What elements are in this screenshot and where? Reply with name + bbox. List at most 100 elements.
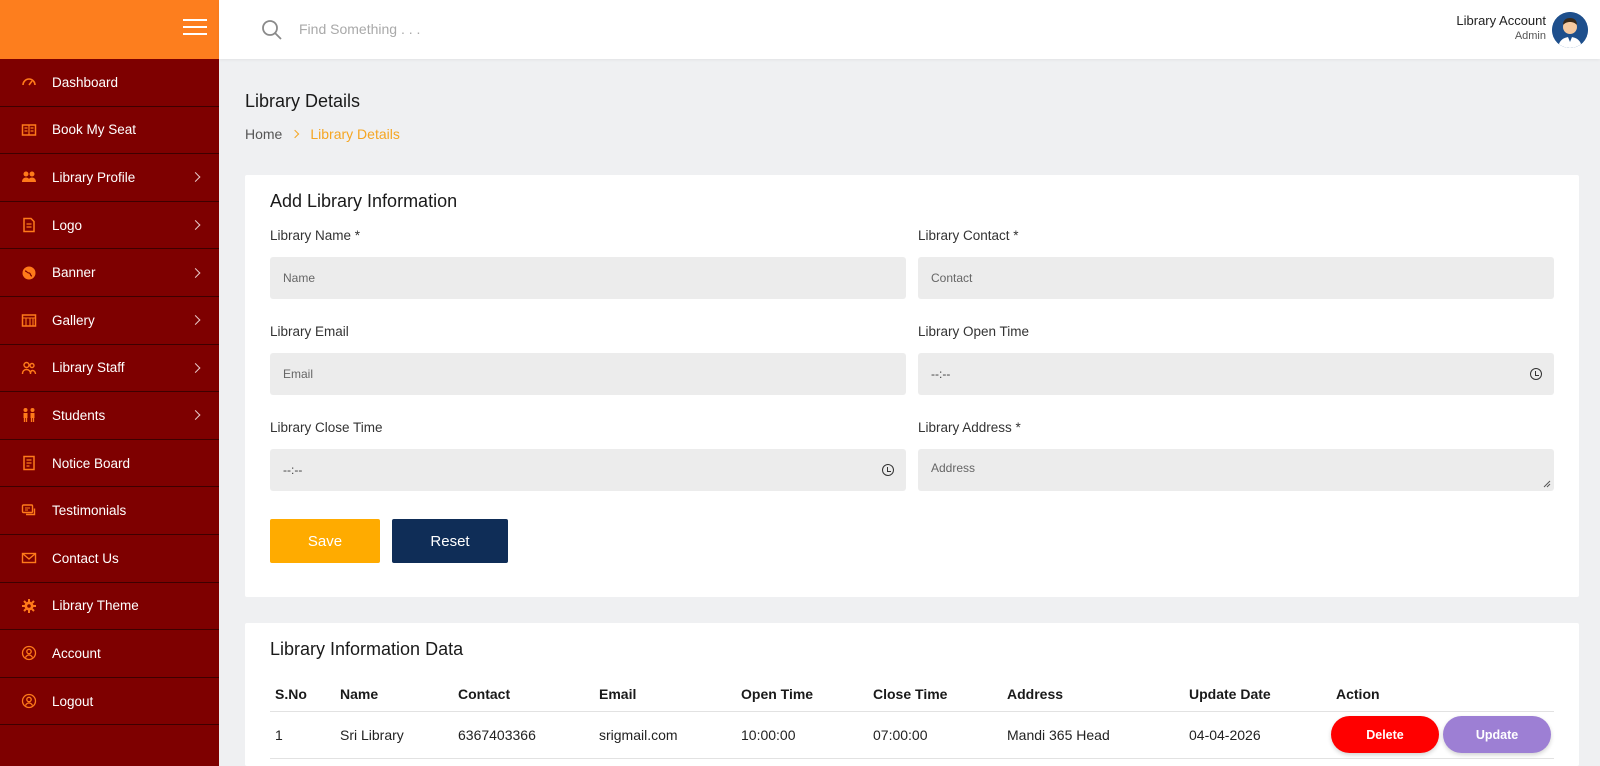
sidebar-item-label: Library Profile <box>52 169 136 185</box>
mail-icon <box>20 549 38 567</box>
sidebar-item-book-my-seat[interactable]: Book My Seat <box>0 107 219 155</box>
chevron-right-icon <box>291 129 300 139</box>
reset-button[interactable]: Reset <box>392 519 508 563</box>
library-name-input[interactable] <box>270 257 906 299</box>
breadcrumb-home[interactable]: Home <box>245 126 282 142</box>
column-header: Close Time <box>868 677 1002 712</box>
sidebar-item-testimonials[interactable]: Testimonials <box>0 487 219 535</box>
gear-icon <box>20 597 38 615</box>
breadcrumb: Home Library Details <box>245 126 400 142</box>
delete-button[interactable]: Delete <box>1331 716 1439 753</box>
sidebar-item-library-theme[interactable]: Library Theme <box>0 583 219 631</box>
library-email-input[interactable] <box>270 353 906 395</box>
update-button[interactable]: Update <box>1443 716 1551 753</box>
chevron-right-icon <box>190 362 201 373</box>
avatar[interactable] <box>1552 12 1588 48</box>
form-title: Add Library Information <box>270 191 458 211</box>
library-data-card: Library Information Data S.No Name Conta… <box>245 623 1579 766</box>
library-open-time-input[interactable]: --:-- <box>918 353 1554 395</box>
cell-name: Sri Library <box>335 711 453 759</box>
chevron-right-icon <box>190 220 201 231</box>
sidebar-item-label: Contact Us <box>52 550 119 566</box>
dashboard-icon <box>20 73 38 91</box>
menu-toggle-icon[interactable] <box>183 19 207 39</box>
chat-icon <box>20 502 38 520</box>
sidebar-item-banner[interactable]: Banner <box>0 249 219 297</box>
column-header: Address <box>1002 677 1184 712</box>
address-placeholder: Address <box>931 461 976 475</box>
sidebar-item-students[interactable]: Students <box>0 392 219 440</box>
logout-icon <box>20 692 38 710</box>
sidebar-item-label: Dashboard <box>52 74 119 90</box>
cell-open-time: 10:00:00 <box>736 711 868 759</box>
search-input[interactable] <box>299 18 699 40</box>
library-email-label: Library Email <box>270 324 349 339</box>
sidebar-item-dashboard[interactable]: Dashboard <box>0 59 219 107</box>
clock-icon[interactable] <box>882 464 894 476</box>
sidebar-item-label: Testimonials <box>52 503 127 519</box>
sidebar-item-label: Account <box>52 645 101 661</box>
chevron-right-icon <box>190 315 201 326</box>
sidebar-item-library-staff[interactable]: Library Staff <box>0 345 219 393</box>
file-icon <box>20 216 38 234</box>
library-contact-input[interactable] <box>918 257 1554 299</box>
gallery-icon <box>20 311 38 329</box>
sidebar-item-label: Students <box>52 407 106 423</box>
column-header: Email <box>594 677 736 712</box>
resize-handle-icon[interactable] <box>1543 480 1551 488</box>
book-icon <box>20 121 38 139</box>
sidebar-header <box>0 0 219 59</box>
cell-email: srigmail.com <box>594 711 736 759</box>
sidebar-item-label: Library Staff <box>52 360 125 376</box>
cell-update-date: 04-04-2026 <box>1184 711 1331 759</box>
sidebar-item-label: Logo <box>52 217 83 233</box>
sidebar: Dashboard Book My Seat Library Profile L… <box>0 0 219 766</box>
sidebar-item-notice-board[interactable]: Notice Board <box>0 440 219 488</box>
search-icon[interactable] <box>261 19 283 41</box>
account-role: Admin <box>1514 30 1546 42</box>
sidebar-item-label: Library Theme <box>52 598 139 614</box>
column-header: Name <box>335 677 453 712</box>
sidebar-nav: Dashboard Book My Seat Library Profile L… <box>0 59 219 726</box>
sidebar-item-logo[interactable]: Logo <box>0 202 219 250</box>
cell-action: Delete Update <box>1331 711 1554 759</box>
close-time-value: --:-- <box>283 463 303 477</box>
column-header: Open Time <box>736 677 868 712</box>
breadcrumb-current: Library Details <box>310 126 400 142</box>
library-data-table: S.No Name Contact Email Open Time Close … <box>270 677 1554 759</box>
column-header: Contact <box>453 677 594 712</box>
sidebar-item-library-profile[interactable]: Library Profile <box>0 154 219 202</box>
page-title: Library Details <box>245 91 361 111</box>
library-close-time-label: Library Close Time <box>270 420 383 435</box>
library-open-time-label: Library Open Time <box>918 324 1030 339</box>
account-info[interactable]: Library Account Admin <box>1456 13 1546 42</box>
sidebar-item-label: Gallery <box>52 312 95 328</box>
open-time-value: --:-- <box>931 367 951 381</box>
library-contact-label: Library Contact * <box>918 228 1019 243</box>
add-library-form-card: Add Library Information Library Name * L… <box>245 175 1579 597</box>
column-header: Action <box>1331 677 1554 712</box>
sidebar-item-gallery[interactable]: Gallery <box>0 297 219 345</box>
cell-contact: 6367403366 <box>453 711 594 759</box>
sidebar-item-account[interactable]: Account <box>0 630 219 678</box>
chevron-right-icon <box>190 172 201 183</box>
globe-icon <box>20 264 38 282</box>
students-icon <box>20 406 38 424</box>
column-header: S.No <box>270 677 335 712</box>
sidebar-item-label: Logout <box>52 693 94 709</box>
sidebar-item-label: Book My Seat <box>52 122 137 138</box>
chevron-right-icon <box>190 267 201 278</box>
library-close-time-input[interactable]: --:-- <box>270 449 906 491</box>
account-title: Library Account <box>1456 13 1546 28</box>
top-bar: Library Account Admin <box>219 0 1600 59</box>
table-row: 1 Sri Library 6367403366 srigmail.com 10… <box>270 711 1554 759</box>
save-button[interactable]: Save <box>270 519 380 563</box>
sidebar-item-label: Notice Board <box>52 455 131 471</box>
sidebar-item-logout[interactable]: Logout <box>0 678 219 726</box>
cell-close-time: 07:00:00 <box>868 711 1002 759</box>
sidebar-item-contact-us[interactable]: Contact Us <box>0 535 219 583</box>
library-address-textarea[interactable]: Address <box>918 449 1554 491</box>
sidebar-item-label: Banner <box>52 265 96 281</box>
clock-icon[interactable] <box>1530 368 1542 380</box>
chevron-right-icon <box>190 410 201 421</box>
